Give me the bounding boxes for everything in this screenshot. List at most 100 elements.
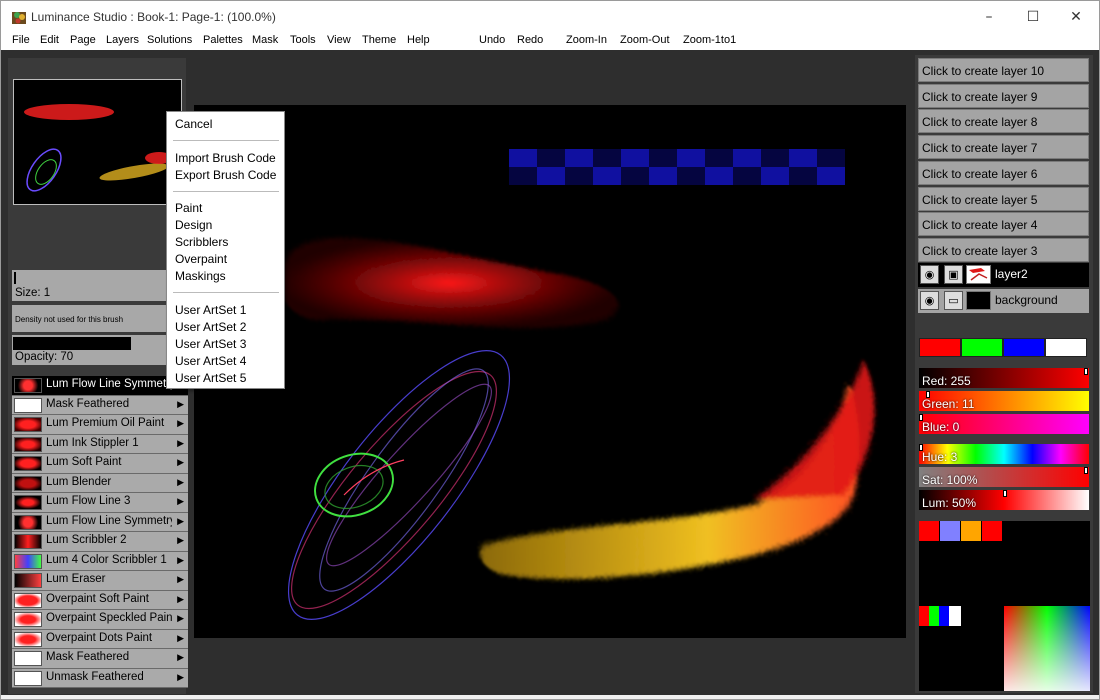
brush-item[interactable]: Mask Feathered ▶ [12,649,188,669]
brush-item[interactable]: Lum Soft Paint ▶ [12,454,188,474]
submenu-arrow-icon[interactable]: ▶ [177,516,184,527]
submenu-arrow-icon[interactable]: ▶ [177,574,184,585]
submenu-arrow-icon[interactable]: ▶ [177,477,184,488]
menu-file[interactable]: File [12,34,30,46]
brush-item[interactable]: Lum Eraser ▶ [12,571,188,591]
menu-user-artset-2[interactable]: User ArtSet 2 [175,320,246,334]
menu-palettes[interactable]: Palettes [203,34,243,46]
lum-slider-handle[interactable] [1003,490,1007,497]
create-layer-button[interactable]: Click to create layer 10 [918,58,1089,82]
menu-paint[interactable]: Paint [175,201,202,215]
menu-design[interactable]: Design [175,218,212,232]
submenu-arrow-icon[interactable]: ▶ [177,613,184,624]
layer-row-background[interactable]: ◉ ▭ background [918,289,1089,313]
zoom-in-button[interactable]: Zoom-In [566,34,607,46]
menu-solutions[interactable]: Solutions [147,34,192,46]
submenu-arrow-icon[interactable]: ▶ [177,652,184,663]
color-palette[interactable] [919,521,1090,691]
palette-color-2[interactable] [940,521,960,541]
size-slider[interactable]: Size: 1 [12,270,184,301]
small-swatch-2[interactable] [929,606,939,626]
maximize-button[interactable]: ☐ [1010,1,1056,33]
menu-user-artset-5[interactable]: User ArtSet 5 [175,371,246,385]
submenu-arrow-icon[interactable]: ▶ [177,555,184,566]
menu-user-artset-3[interactable]: User ArtSet 3 [175,337,246,351]
sat-slider-handle[interactable] [1084,467,1088,474]
brush-item[interactable]: Lum 4 Color Scribbler 1 ▶ [12,551,188,571]
submenu-arrow-icon[interactable]: ▶ [177,418,184,429]
create-layer-button[interactable]: Click to create layer 5 [918,186,1089,211]
create-layer-button[interactable]: Click to create layer 4 [918,212,1089,237]
menu-tools[interactable]: Tools [290,34,316,46]
hue-slider[interactable]: Hue: 3 [919,444,1089,464]
submenu-arrow-icon[interactable]: ▶ [177,633,184,644]
green-slider[interactable]: Green: 11 [919,391,1089,411]
menu-export-brush-code[interactable]: Export Brush Code [175,168,276,182]
submenu-arrow-icon[interactable]: ▶ [177,672,184,683]
menu-overpaint[interactable]: Overpaint [175,252,227,266]
menu-theme[interactable]: Theme [362,34,396,46]
menu-user-artset-4[interactable]: User ArtSet 4 [175,354,246,368]
brush-item[interactable]: Unmask Feathered ▶ [12,668,188,688]
menu-layers[interactable]: Layers [106,34,139,46]
sat-slider[interactable]: Sat: 100% [919,467,1089,487]
palette-color-1[interactable] [919,521,939,541]
eye-icon[interactable]: ◉ [920,265,939,284]
opacity-slider-fill[interactable] [13,337,131,350]
brush-item[interactable]: Lum Ink Stippler 1 ▶ [12,434,188,454]
red-slider-handle[interactable] [1084,368,1088,375]
color-swatch-green[interactable] [961,338,1003,357]
palette-color-3[interactable] [961,521,981,541]
brush-item[interactable]: Lum Flow Line Symmetry▶ [12,376,188,396]
menu-maskings[interactable]: Maskings [175,269,226,283]
red-slider[interactable]: Red: 255 [919,368,1089,388]
redo-button[interactable]: Redo [517,34,543,46]
opacity-slider[interactable]: Opacity: 70 [12,335,184,365]
menu-user-artset-1[interactable]: User ArtSet 1 [175,303,246,317]
menu-help[interactable]: Help [407,34,430,46]
lum-slider[interactable]: Lum: 50% [919,490,1089,510]
small-swatch-4[interactable] [949,606,961,626]
close-button[interactable]: ✕ [1053,1,1099,33]
menu-mask[interactable]: Mask [252,34,278,46]
brush-item[interactable]: Overpaint Soft Paint ▶ [12,590,188,610]
create-layer-button[interactable]: Click to create layer 7 [918,135,1089,160]
eye-icon[interactable]: ◉ [920,291,939,310]
brush-item[interactable]: Overpaint Dots Paint ▶ [12,629,188,649]
brush-item[interactable]: Lum Premium Oil Paint ▶ [12,415,188,435]
lock-icon[interactable]: ▭ [944,291,963,310]
zoom-1to1-button[interactable]: Zoom-1to1 [683,34,736,46]
submenu-arrow-icon[interactable]: ▶ [177,399,184,410]
small-swatch-3[interactable] [939,606,949,626]
menu-cancel[interactable]: Cancel [175,117,212,131]
layer-row-layer2[interactable]: ◉ ▣ layer2 [918,263,1089,287]
brush-item[interactable]: Lum Flow Line 3 ▶ [12,493,188,513]
size-slider-handle[interactable] [14,272,16,284]
submenu-arrow-icon[interactable]: ▶ [177,535,184,546]
menu-scribblers[interactable]: Scribblers [175,235,228,249]
brush-item[interactable]: Mask Feathered ▶ [12,395,188,415]
palette-color-4[interactable] [982,521,1002,541]
create-layer-button[interactable]: Click to create layer 3 [918,237,1089,262]
submenu-arrow-icon[interactable]: ▶ [177,594,184,605]
brush-item[interactable]: Lum Blender ▶ [12,473,188,493]
density-slider[interactable]: Density not used for this brush [12,305,184,332]
brush-item[interactable]: Lum Flow Line Symmetry▶ [12,512,188,532]
minimize-button[interactable]: – [966,1,1012,33]
color-picker-field[interactable] [1004,606,1090,691]
menu-page[interactable]: Page [70,34,96,46]
color-swatch-red[interactable] [919,338,961,357]
drawing-canvas[interactable] [194,105,906,638]
brush-item[interactable]: Lum Scribbler 2 ▶ [12,532,188,552]
zoom-out-button[interactable]: Zoom-Out [620,34,670,46]
submenu-arrow-icon[interactable]: ▶ [177,438,184,449]
blue-slider[interactable]: Blue: 0 [919,414,1089,434]
create-layer-button[interactable]: Click to create layer 9 [918,83,1089,108]
lock-icon[interactable]: ▣ [944,265,963,284]
menu-import-brush-code[interactable]: Import Brush Code [175,151,276,165]
submenu-arrow-icon[interactable]: ▶ [177,496,184,507]
submenu-arrow-icon[interactable]: ▶ [177,457,184,468]
color-swatch-white[interactable] [1045,338,1087,357]
small-swatch-1[interactable] [919,606,929,626]
menu-view[interactable]: View [327,34,351,46]
